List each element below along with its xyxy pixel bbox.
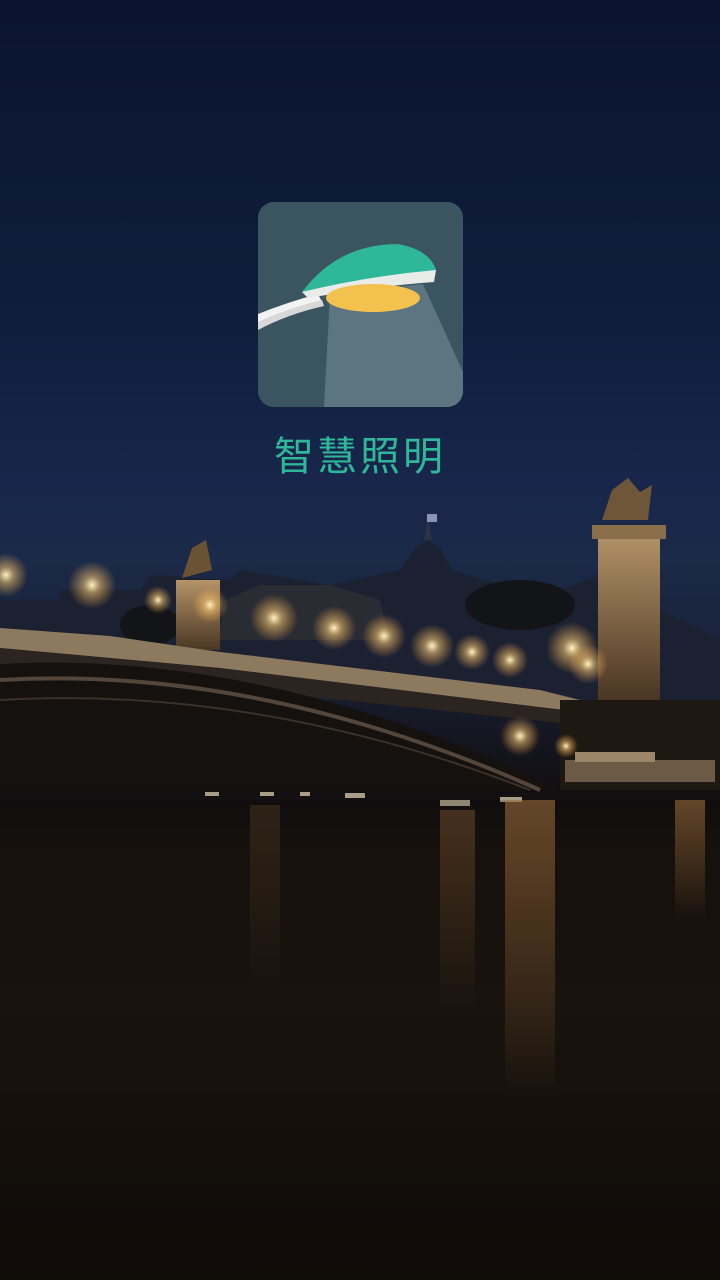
splash-screen: 智慧照明 xyxy=(0,0,720,1280)
street-lamp-icon xyxy=(258,202,463,407)
app-name: 智慧照明 xyxy=(274,434,446,480)
background-photo xyxy=(0,478,720,1280)
